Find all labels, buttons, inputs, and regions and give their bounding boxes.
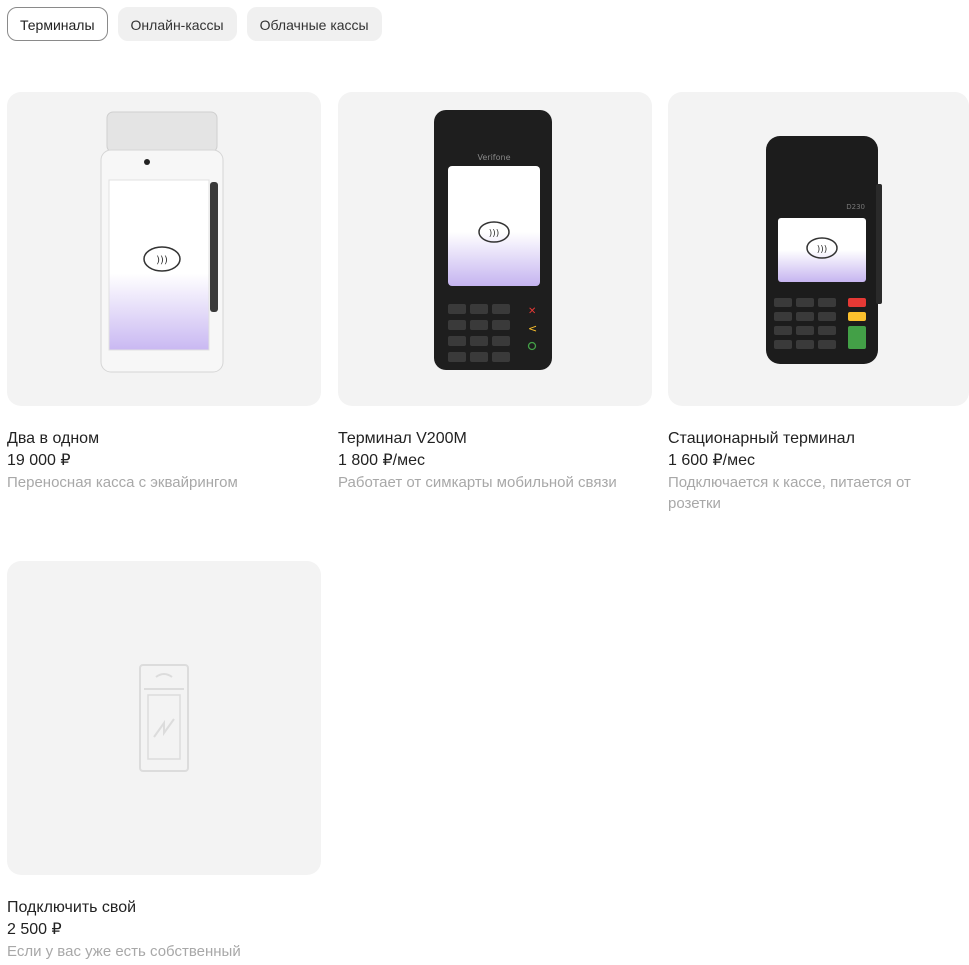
product-card-v200m[interactable]: Verifone ))) ✕ < Терминал V200M 1 800 ₽/…: [338, 92, 652, 493]
svg-text:✕: ✕: [528, 306, 536, 317]
product-price: 19 000 ₽: [7, 452, 71, 469]
product-image[interactable]: ))): [7, 92, 321, 406]
product-image[interactable]: D230 ))): [668, 92, 969, 406]
svg-text:))): ))): [817, 245, 828, 255]
mobile-terminal-icon: Verifone ))) ✕ <: [434, 110, 552, 370]
stationary-terminal-icon: D230 ))): [766, 136, 882, 364]
product-title[interactable]: Подключить свой: [7, 897, 321, 919]
product-price: 1 800 ₽/мес: [338, 452, 426, 469]
product-card-connect-own[interactable]: Подключить свой 2 500 ₽ Если у вас уже е…: [7, 561, 321, 962]
svg-text:))): ))): [489, 229, 500, 239]
product-price: 1 600 ₽/мес: [668, 452, 756, 469]
product-title[interactable]: Два в одном: [7, 428, 321, 450]
product-title[interactable]: Стационарный терминал: [668, 428, 969, 450]
product-image[interactable]: [7, 561, 321, 875]
tab-online-registers[interactable]: Онлайн-кассы: [117, 7, 237, 41]
smart-terminal-icon: ))): [100, 111, 224, 373]
product-description: Переносная касса с эквайрингом: [7, 474, 238, 491]
product-title[interactable]: Терминал V200M: [338, 428, 652, 450]
product-card-stationary[interactable]: D230 ))) Стационарный терминал 1 600 ₽/м…: [668, 92, 969, 514]
tab-cloud-registers[interactable]: Облачные кассы: [246, 7, 382, 41]
product-description: Подключается к кассе, питается от розетк…: [668, 474, 911, 512]
category-tabs: Терминалы Онлайн-кассы Облачные кассы: [7, 7, 382, 41]
product-description: Если у вас уже есть собственный: [7, 943, 241, 960]
model-label: D230: [846, 203, 865, 211]
own-terminal-placeholder-icon: [139, 664, 189, 772]
brand-label: Verifone: [478, 153, 511, 162]
tab-terminals[interactable]: Терминалы: [7, 7, 108, 41]
product-price: 2 500 ₽: [7, 921, 62, 938]
svg-text:))): ))): [156, 255, 168, 266]
product-description: Работает от симкарты мобильной связи: [338, 474, 617, 491]
svg-text:<: <: [528, 322, 537, 335]
product-card-two-in-one[interactable]: ))) Два в одном 19 000 ₽ Переносная касс…: [7, 92, 321, 493]
product-image[interactable]: Verifone ))) ✕ <: [338, 92, 652, 406]
